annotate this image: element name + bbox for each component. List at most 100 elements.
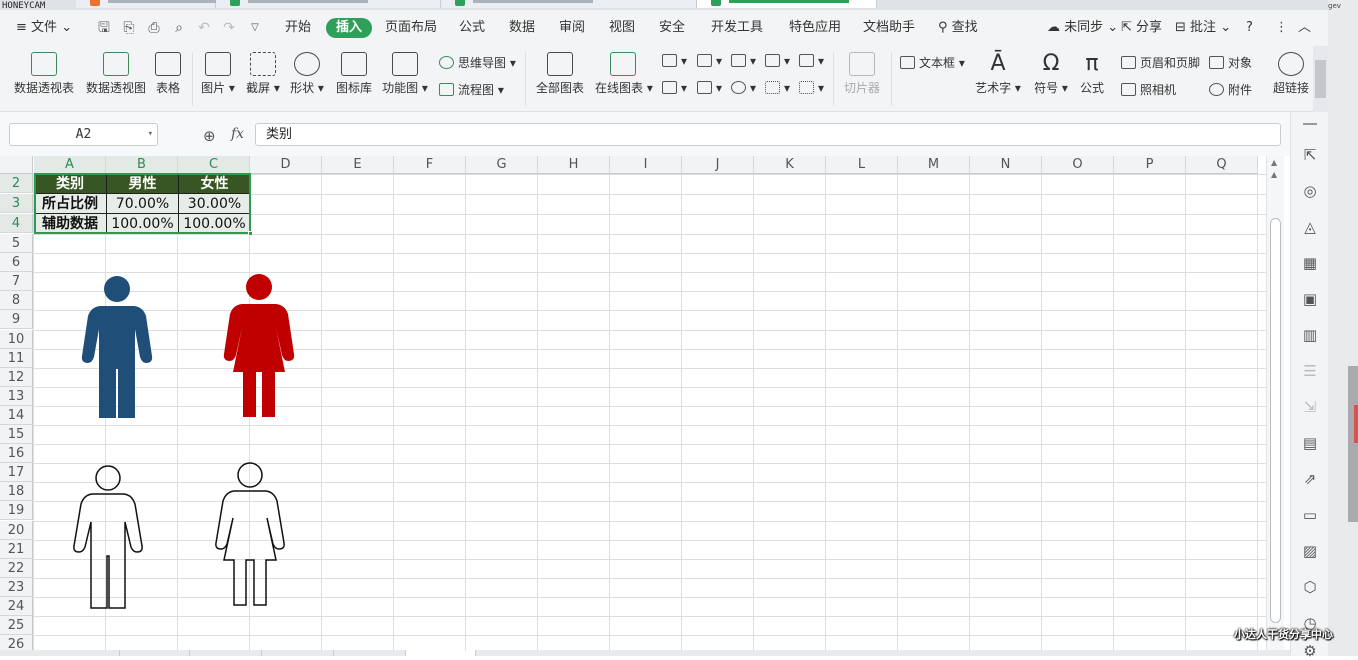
column-header-i[interactable]: I (610, 156, 682, 174)
scroll-up-icon[interactable]: ▲ (1271, 170, 1277, 179)
wordart-button[interactable]: Ā 艺术字 ▾ (975, 52, 1021, 96)
tab-special-apps[interactable]: 特色应用 (789, 18, 841, 38)
tab-review[interactable]: 审阅 (559, 18, 585, 38)
shape-button[interactable]: 形状 ▾ (289, 52, 325, 96)
spreadsheet-grid[interactable]: ABCDEFGHIJKLMNOPQ 2 3 4 5 6 7 8 9 10 11 12 13 14 15 16… (0, 156, 1266, 652)
transform-icon[interactable]: ⇲ (1301, 398, 1319, 416)
document-tab[interactable] (216, 0, 441, 8)
object-button[interactable]: 对象 (1209, 54, 1252, 71)
hyperlink-button[interactable]: 超链接 (1272, 52, 1310, 96)
female-outline-icon[interactable] (215, 462, 285, 606)
style-icon[interactable]: ◬ (1301, 218, 1319, 236)
sheet-tab[interactable] (262, 650, 334, 656)
online-chart-button[interactable]: 在线图表 ▾ (595, 52, 653, 96)
fx-icon[interactable]: fx (231, 126, 244, 142)
scrollbar-thumb[interactable] (1270, 218, 1281, 623)
pivot-chart-button[interactable]: 数据透视图 (85, 52, 147, 96)
document-tab[interactable] (76, 0, 228, 8)
symbol-button[interactable]: Ω 符号 ▾ (1034, 52, 1068, 96)
line-chart-button[interactable]: ▾ (731, 54, 756, 68)
sheet-tab[interactable] (0, 650, 120, 656)
document-tab[interactable] (441, 0, 697, 8)
mindmap-button[interactable]: 思维导图 ▾ (439, 54, 516, 71)
pivot-table-button[interactable]: 数据透视表 (13, 52, 75, 96)
flowchart-button[interactable]: 流程图 ▾ (439, 81, 504, 98)
column-header-k[interactable]: K (754, 156, 826, 174)
tab-home[interactable]: 开始 (285, 18, 311, 38)
slicer-button[interactable]: 切片器 (843, 52, 881, 96)
picture-button[interactable]: 图片 ▾ (200, 52, 236, 96)
tab-data[interactable]: 数据 (509, 18, 535, 38)
table-style-icon[interactable]: ▦ (1301, 254, 1319, 272)
tab-insert[interactable]: 插入 (326, 18, 373, 38)
comment-button[interactable]: ⊟ 批注 ⌄ (1175, 18, 1231, 38)
help-button[interactable]: ? (1246, 18, 1253, 38)
scatter-chart-button[interactable]: ▾ (765, 81, 790, 95)
column-header-f[interactable]: F (394, 156, 466, 174)
document-tab-active[interactable] (697, 0, 877, 8)
sheet-tab[interactable] (120, 650, 190, 656)
equation-button[interactable]: π 公式 (1077, 52, 1107, 96)
column-header-p[interactable]: P (1114, 156, 1186, 174)
collapse-ribbon-icon[interactable]: ︿ (1298, 18, 1311, 38)
screenshot-button[interactable]: 截屏 ▾ (245, 52, 281, 96)
column-header-n[interactable]: N (970, 156, 1042, 174)
sync-button[interactable]: ☁ 未同步 ⌄ (1047, 18, 1118, 38)
column-header-h[interactable]: H (538, 156, 610, 174)
image-icon[interactable]: ▨ (1301, 542, 1319, 560)
table-button[interactable]: 表格 (153, 52, 183, 96)
textbox-button[interactable]: 文本框 ▾ (900, 54, 965, 71)
icon-library-button[interactable]: 图标库 (335, 52, 373, 96)
sheet-tab-active[interactable] (406, 650, 476, 656)
settings-icon[interactable]: ⚙ (1301, 642, 1319, 660)
column-header-j[interactable]: J (682, 156, 754, 174)
tab-doc-assistant[interactable]: 文档助手 (863, 18, 915, 38)
tab-developer[interactable]: 开发工具 (711, 18, 763, 38)
zoom-icon[interactable]: ⊕ (203, 127, 216, 145)
tab-security[interactable]: 安全 (659, 18, 685, 38)
column-chart-button[interactable]: ▾ (662, 54, 687, 68)
archive-icon[interactable]: ▭ (1301, 506, 1319, 524)
gallery-icon[interactable]: ▤ (1301, 434, 1319, 452)
file-menu[interactable]: ≡ 文件 ⌄ (16, 18, 72, 38)
column-header-m[interactable]: M (898, 156, 970, 174)
tab-view[interactable]: 视图 (609, 18, 635, 38)
chart-icon[interactable]: ▥ (1301, 326, 1319, 344)
sheet-tab[interactable] (334, 650, 406, 656)
column-header-l[interactable]: L (826, 156, 898, 174)
male-filled-icon[interactable] (81, 276, 153, 418)
tab-formulas[interactable]: 公式 (459, 18, 485, 38)
formula-input[interactable]: 类别 (255, 123, 1281, 146)
shapes-icon[interactable]: ◎ (1301, 182, 1319, 200)
male-outline-icon[interactable] (73, 465, 143, 609)
female-filled-icon[interactable] (223, 274, 295, 417)
pie-chart-button[interactable]: ▾ (731, 81, 756, 95)
ribbon-scrollbar[interactable] (1313, 46, 1328, 112)
search-button[interactable]: ⚲ 查找 (938, 18, 978, 38)
combo-chart-button[interactable]: ▾ (662, 81, 687, 95)
area-chart-button[interactable]: ▾ (799, 54, 824, 68)
bar-chart-button[interactable]: ▾ (697, 54, 722, 68)
scroll-up-icon[interactable]: ▲ (1271, 158, 1277, 167)
all-charts-button[interactable]: 全部图表 (536, 52, 584, 96)
shield-icon[interactable]: ⬡ (1301, 578, 1319, 596)
print-icon[interactable]: ⎙ (146, 20, 162, 36)
column-header-g[interactable]: G (466, 156, 538, 174)
bubble-chart-button[interactable]: ▾ (799, 81, 824, 95)
name-box[interactable]: A2 ▾ (9, 123, 158, 146)
vertical-scrollbar[interactable]: ▲ ▲ (1266, 156, 1284, 652)
grid-apps-icon[interactable]: ▣ (1301, 290, 1319, 308)
attachment-button[interactable]: 附件 (1209, 81, 1252, 98)
export-icon[interactable]: ⎘ (121, 20, 137, 36)
sheet-tab[interactable] (190, 650, 262, 656)
undo-icon[interactable]: ↶ (196, 20, 212, 36)
save-icon[interactable]: 🖫 (96, 20, 112, 36)
radar-chart-button[interactable]: ▾ (765, 54, 790, 68)
stock-chart-button[interactable]: ▾ (697, 81, 722, 95)
camera-button[interactable]: 照相机 (1121, 81, 1176, 98)
share-button[interactable]: ⇱ 分享 (1121, 18, 1162, 38)
more-options-icon[interactable]: ⋮ (1275, 18, 1288, 38)
customize-quick-access-icon[interactable]: ▽ (247, 20, 263, 36)
export-icon[interactable]: ⇗ (1301, 470, 1319, 488)
redo-icon[interactable]: ↷ (221, 20, 237, 36)
